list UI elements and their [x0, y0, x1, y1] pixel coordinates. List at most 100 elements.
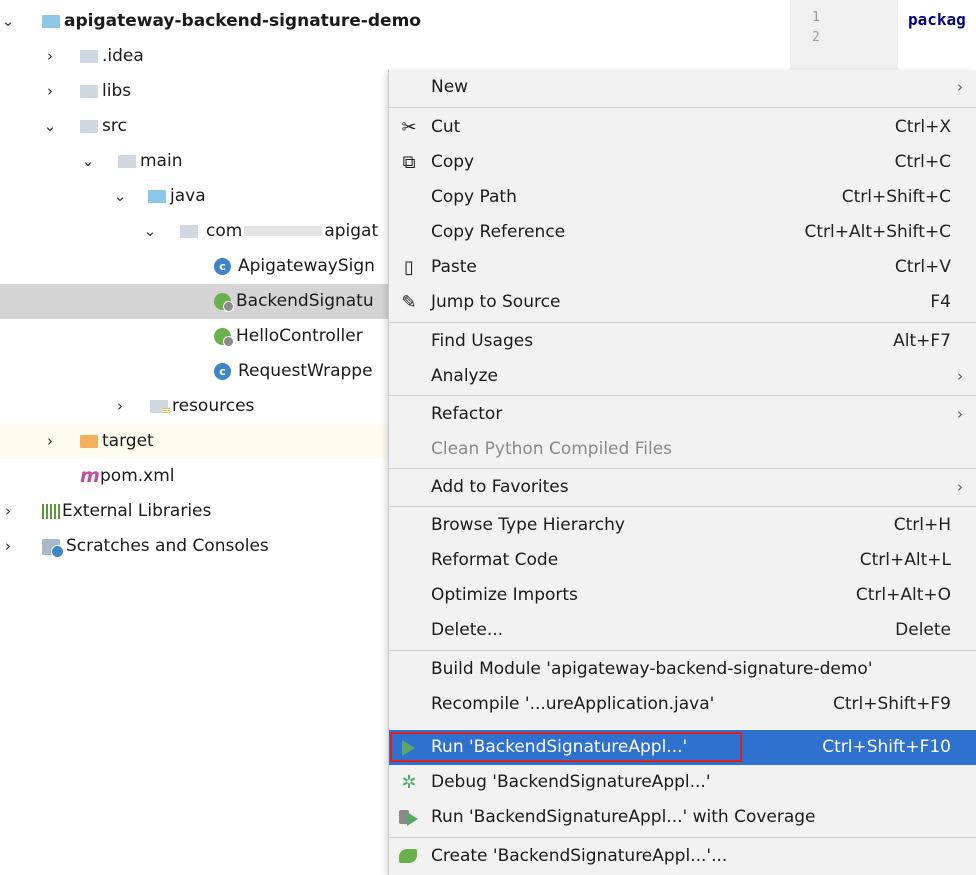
shortcut-label: Delete — [895, 620, 951, 640]
class-icon: c — [214, 258, 231, 275]
menu-separator — [389, 107, 976, 108]
shortcut-label: Ctrl+V — [894, 257, 951, 277]
code-editor[interactable]: 1 2 packag — [790, 0, 976, 75]
shortcut-label: Ctrl+Alt+L — [859, 550, 951, 570]
menu-item-label: Copy — [431, 152, 475, 172]
chevron-down-icon[interactable]: ⌄ — [142, 214, 158, 249]
resources-folder-icon — [150, 400, 170, 414]
file-label: pom.xml — [100, 466, 175, 486]
menu-item-label: New — [431, 77, 469, 97]
menu-item-label: Cut — [431, 117, 461, 137]
folder-label: libs — [102, 81, 132, 101]
chevron-right-icon[interactable]: › — [112, 389, 128, 424]
menu-item-cut[interactable]: ✂ Cut Ctrl+X — [389, 110, 976, 145]
library-icon — [42, 504, 60, 519]
menu-item-add-to-favorites[interactable]: Add to Favorites › — [389, 470, 976, 505]
shortcut-label: Ctrl+Alt+Shift+C — [804, 222, 951, 242]
chevron-down-icon[interactable]: ⌄ — [112, 179, 128, 214]
run-icon — [402, 740, 415, 756]
menu-item-clean-python[interactable]: Clean Python Compiled Files — [389, 432, 976, 467]
scratches-icon — [42, 539, 64, 558]
shortcut-label: Ctrl+C — [894, 152, 951, 172]
menu-item-refactor[interactable]: Refactor › — [389, 397, 976, 432]
chevron-down-icon[interactable]: ⌄ — [42, 109, 58, 144]
menu-item-debug[interactable]: ✲ Debug 'BackendSignatureAppl...' — [389, 765, 976, 800]
menu-item-label: Clean Python Compiled Files — [431, 439, 673, 459]
menu-item-label: Build Module 'apigateway-backend-signatu… — [431, 659, 873, 679]
menu-item-create-config[interactable]: Create 'BackendSignatureAppl...'... — [389, 839, 976, 874]
menu-item-paste[interactable]: ▯ Paste Ctrl+V — [389, 250, 976, 285]
tree-row-project[interactable]: ⌄ apigateway-backend-signature-demo — [0, 4, 790, 39]
menu-separator — [389, 837, 976, 838]
submenu-arrow-icon: › — [957, 478, 963, 496]
folder-label: resources — [172, 396, 255, 416]
chevron-right-icon[interactable]: › — [0, 529, 16, 564]
folder-icon — [80, 50, 98, 63]
coverage-icon — [399, 810, 418, 826]
menu-item-browse-type-hierarchy[interactable]: Browse Type Hierarchy Ctrl+H — [389, 508, 976, 543]
submenu-arrow-icon: › — [957, 367, 963, 385]
code-text: packag — [908, 10, 966, 29]
folder-label: main — [140, 151, 183, 171]
menu-separator — [389, 506, 976, 507]
menu-item-label: Create 'BackendSignatureAppl...'... — [431, 846, 728, 866]
chevron-right-icon[interactable]: › — [42, 39, 58, 74]
spring-class-icon — [214, 328, 234, 347]
menu-item-label: Delete... — [431, 620, 504, 640]
menu-item-find-usages[interactable]: Find Usages Alt+F7 — [389, 324, 976, 359]
tree-label: Scratches and Consoles — [66, 536, 269, 556]
chevron-right-icon[interactable]: › — [0, 494, 16, 529]
tree-row-idea[interactable]: › .idea — [0, 39, 790, 74]
menu-item-run[interactable]: Run 'BackendSignatureAppl...' Ctrl+Shift… — [389, 730, 976, 765]
menu-item-label: Find Usages — [431, 331, 534, 351]
chevron-right-icon[interactable]: › — [42, 74, 58, 109]
menu-item-jump-to-source[interactable]: ✎ Jump to Source F4 — [389, 285, 976, 320]
copy-icon: ⧉ — [402, 152, 416, 173]
chevron-down-icon[interactable]: ⌄ — [0, 4, 16, 39]
menu-item-delete[interactable]: Delete... Delete — [389, 613, 976, 648]
chevron-down-icon[interactable]: ⌄ — [80, 144, 96, 179]
shortcut-label: Ctrl+Shift+F10 — [822, 737, 951, 757]
folder-icon — [80, 85, 98, 98]
menu-item-optimize-imports[interactable]: Optimize Imports Ctrl+Alt+O — [389, 578, 976, 613]
menu-item-label: Run 'BackendSignatureAppl...' — [431, 737, 688, 757]
submenu-arrow-icon: › — [957, 405, 963, 423]
file-label: ApigatewaySign — [238, 256, 375, 276]
folder-label: java — [170, 186, 206, 206]
menu-item-copy-path[interactable]: Copy Path Ctrl+Shift+C — [389, 180, 976, 215]
menu-item-copy-reference[interactable]: Copy Reference Ctrl+Alt+Shift+C — [389, 215, 976, 250]
shortcut-label: Alt+F7 — [893, 331, 951, 351]
excluded-folder-icon — [80, 435, 98, 448]
shortcut-label: Ctrl+X — [894, 117, 951, 137]
tree-label: External Libraries — [62, 501, 212, 521]
context-menu: New › ✂ Cut Ctrl+X ⧉ Copy Ctrl+C Copy Pa… — [388, 70, 976, 875]
folder-label: src — [102, 116, 127, 136]
menu-separator — [389, 468, 976, 469]
shortcut-label: Ctrl+Shift+C — [841, 187, 951, 207]
menu-item-reformat-code[interactable]: Reformat Code Ctrl+Alt+L — [389, 543, 976, 578]
menu-item-label: Copy Path — [431, 187, 517, 207]
menu-item-label: Recompile '...ureApplication.java' — [431, 694, 715, 714]
menu-item-new[interactable]: New › — [389, 70, 976, 105]
menu-item-label: Debug 'BackendSignatureAppl...' — [431, 772, 711, 792]
menu-item-run-with-coverage[interactable]: Run 'BackendSignatureAppl...' with Cover… — [389, 800, 976, 835]
debug-icon: ✲ — [401, 772, 417, 793]
menu-item-recompile[interactable]: Recompile '...ureApplication.java' Ctrl+… — [389, 687, 976, 722]
project-name: apigateway-backend-signature-demo — [64, 11, 421, 31]
file-label: HelloController — [236, 326, 363, 346]
spring-boot-class-icon — [214, 293, 234, 312]
paste-icon: ▯ — [404, 257, 414, 278]
file-label: RequestWrappe — [238, 361, 373, 381]
project-folder-icon — [42, 15, 60, 28]
submenu-arrow-icon: › — [957, 78, 963, 96]
folder-icon — [118, 155, 136, 168]
menu-item-label: Analyze — [431, 366, 498, 386]
menu-item-analyze[interactable]: Analyze › — [389, 359, 976, 394]
menu-item-copy[interactable]: ⧉ Copy Ctrl+C — [389, 145, 976, 180]
menu-item-label: Reformat Code — [431, 550, 559, 570]
chevron-right-icon[interactable]: › — [42, 424, 58, 459]
file-label: BackendSignatu — [236, 291, 374, 311]
folder-label: target — [102, 431, 154, 451]
shortcut-label: Ctrl+Shift+F9 — [833, 694, 951, 714]
menu-item-build-module[interactable]: Build Module 'apigateway-backend-signatu… — [389, 652, 976, 687]
